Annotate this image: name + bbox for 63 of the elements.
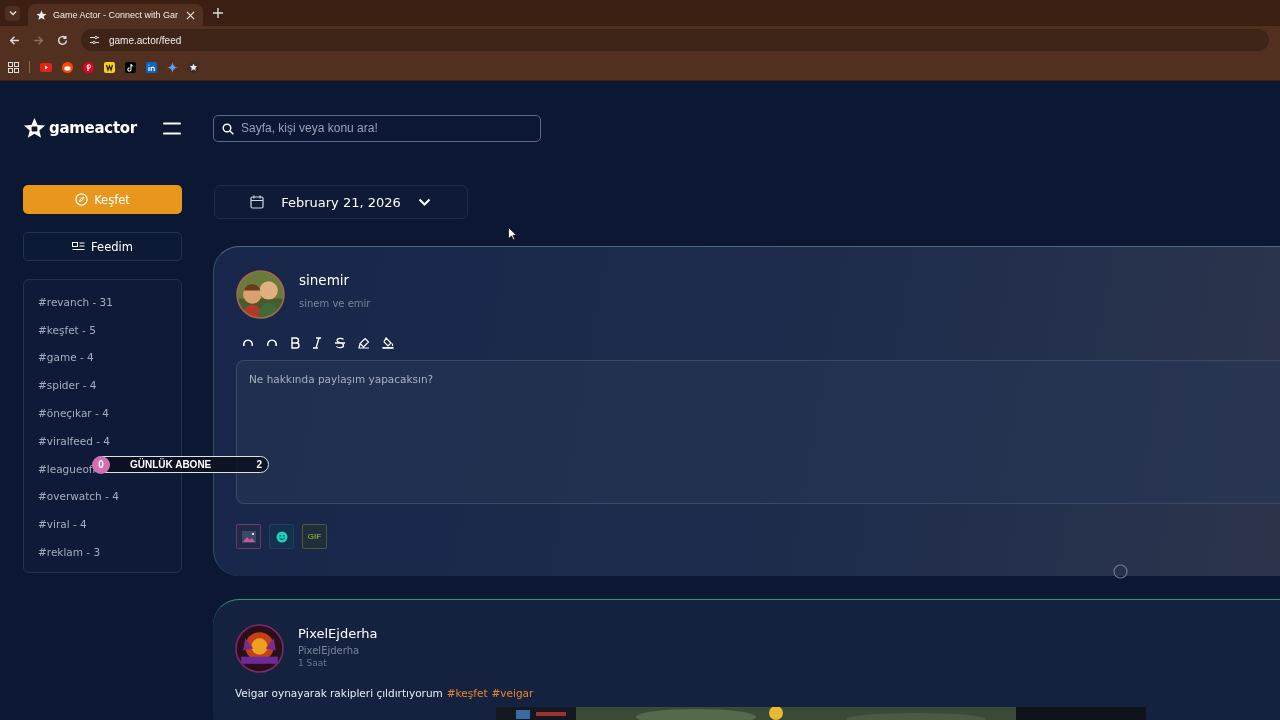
post-text: Veigar oynayarak rakipleri çıldırtıyorum <box>235 687 443 699</box>
new-tab-icon[interactable] <box>213 8 223 18</box>
pin-icon[interactable] <box>83 61 94 73</box>
hashtag-link[interactable]: #viralfeed - 4 <box>38 434 111 447</box>
list-icon <box>72 241 86 252</box>
emoji-button[interactable] <box>269 524 294 549</box>
bold-icon[interactable] <box>290 337 300 349</box>
logo[interactable]: gameactor <box>23 116 163 140</box>
image-icon <box>241 530 256 543</box>
feed-button[interactable]: Feedim <box>23 232 182 261</box>
apps-grid-icon[interactable] <box>8 61 19 73</box>
reload-icon[interactable] <box>57 34 68 46</box>
loading-spinner-icon <box>1113 564 1128 579</box>
strikethrough-icon[interactable] <box>334 337 346 349</box>
hashtag-link[interactable]: #öneçıkar - 4 <box>38 407 109 420</box>
hashtag-link[interactable]: #game - 4 <box>38 351 94 364</box>
video-play-icon[interactable] <box>40 62 52 72</box>
chevron-down-icon <box>418 197 431 207</box>
star-icon <box>23 116 46 140</box>
hashtag-link[interactable]: #keşfet - 5 <box>38 323 96 336</box>
site-settings-icon <box>89 35 100 45</box>
paint-bucket-icon[interactable] <box>382 337 394 349</box>
close-icon[interactable] <box>186 10 195 20</box>
search-field[interactable]: Sayfa, kişi veya konu ara! <box>213 114 541 142</box>
star-icon[interactable] <box>188 61 199 73</box>
italic-icon[interactable] <box>312 337 322 349</box>
user-name[interactable]: PixelEjderha <box>298 626 378 641</box>
hashtag-link[interactable]: #veigar <box>491 687 534 699</box>
highlighter-icon[interactable] <box>358 337 370 349</box>
back-icon[interactable] <box>9 34 20 46</box>
hashtag-link[interactable]: #reklam - 3 <box>38 546 101 559</box>
menu-icon[interactable] <box>163 121 181 135</box>
image-upload-button[interactable] <box>236 524 261 549</box>
address-bar[interactable]: game.actor/feed <box>81 29 1269 51</box>
counter-value: 2 <box>256 459 262 470</box>
forward-icon[interactable] <box>33 34 44 46</box>
hashtag-link[interactable]: #spider - 4 <box>38 379 97 392</box>
w-letter-tile-icon[interactable] <box>104 61 115 73</box>
user-subtitle: sinem ve emir <box>299 298 371 309</box>
in-square-icon[interactable] <box>146 61 157 73</box>
hashtag-link[interactable]: #overwatch - 4 <box>38 490 119 503</box>
hashtag-link[interactable]: #keşfet <box>446 687 488 699</box>
gif-button[interactable]: GIF <box>302 524 327 549</box>
post-time: 1 Saat <box>298 658 328 668</box>
undo-icon[interactable] <box>242 337 254 349</box>
sparkle-icon[interactable] <box>167 61 178 73</box>
search-icon <box>222 122 234 135</box>
compass-icon <box>75 193 89 206</box>
chevron-down-icon <box>7 8 18 18</box>
browser-tab[interactable]: Game Actor - Connect with Gar <box>28 4 203 26</box>
user-name[interactable]: sinemir <box>299 272 371 288</box>
date-picker[interactable]: February 21, 2026 <box>214 185 468 219</box>
star-icon <box>36 9 47 21</box>
hashtag-link[interactable]: #viral - 4 <box>38 518 87 531</box>
counter-label: GÜNLÜK ABONE <box>130 459 213 470</box>
user-handle: PixelEjderha <box>298 645 361 656</box>
hashtag-link[interactable]: #revanch - 31 <box>38 295 113 308</box>
redo-icon[interactable] <box>266 337 278 349</box>
calendar-icon <box>250 195 264 209</box>
mouse-cursor-icon <box>508 227 517 241</box>
music-note-icon[interactable] <box>125 61 136 73</box>
tab-list-button[interactable] <box>5 5 20 21</box>
smiley-icon <box>275 530 288 543</box>
